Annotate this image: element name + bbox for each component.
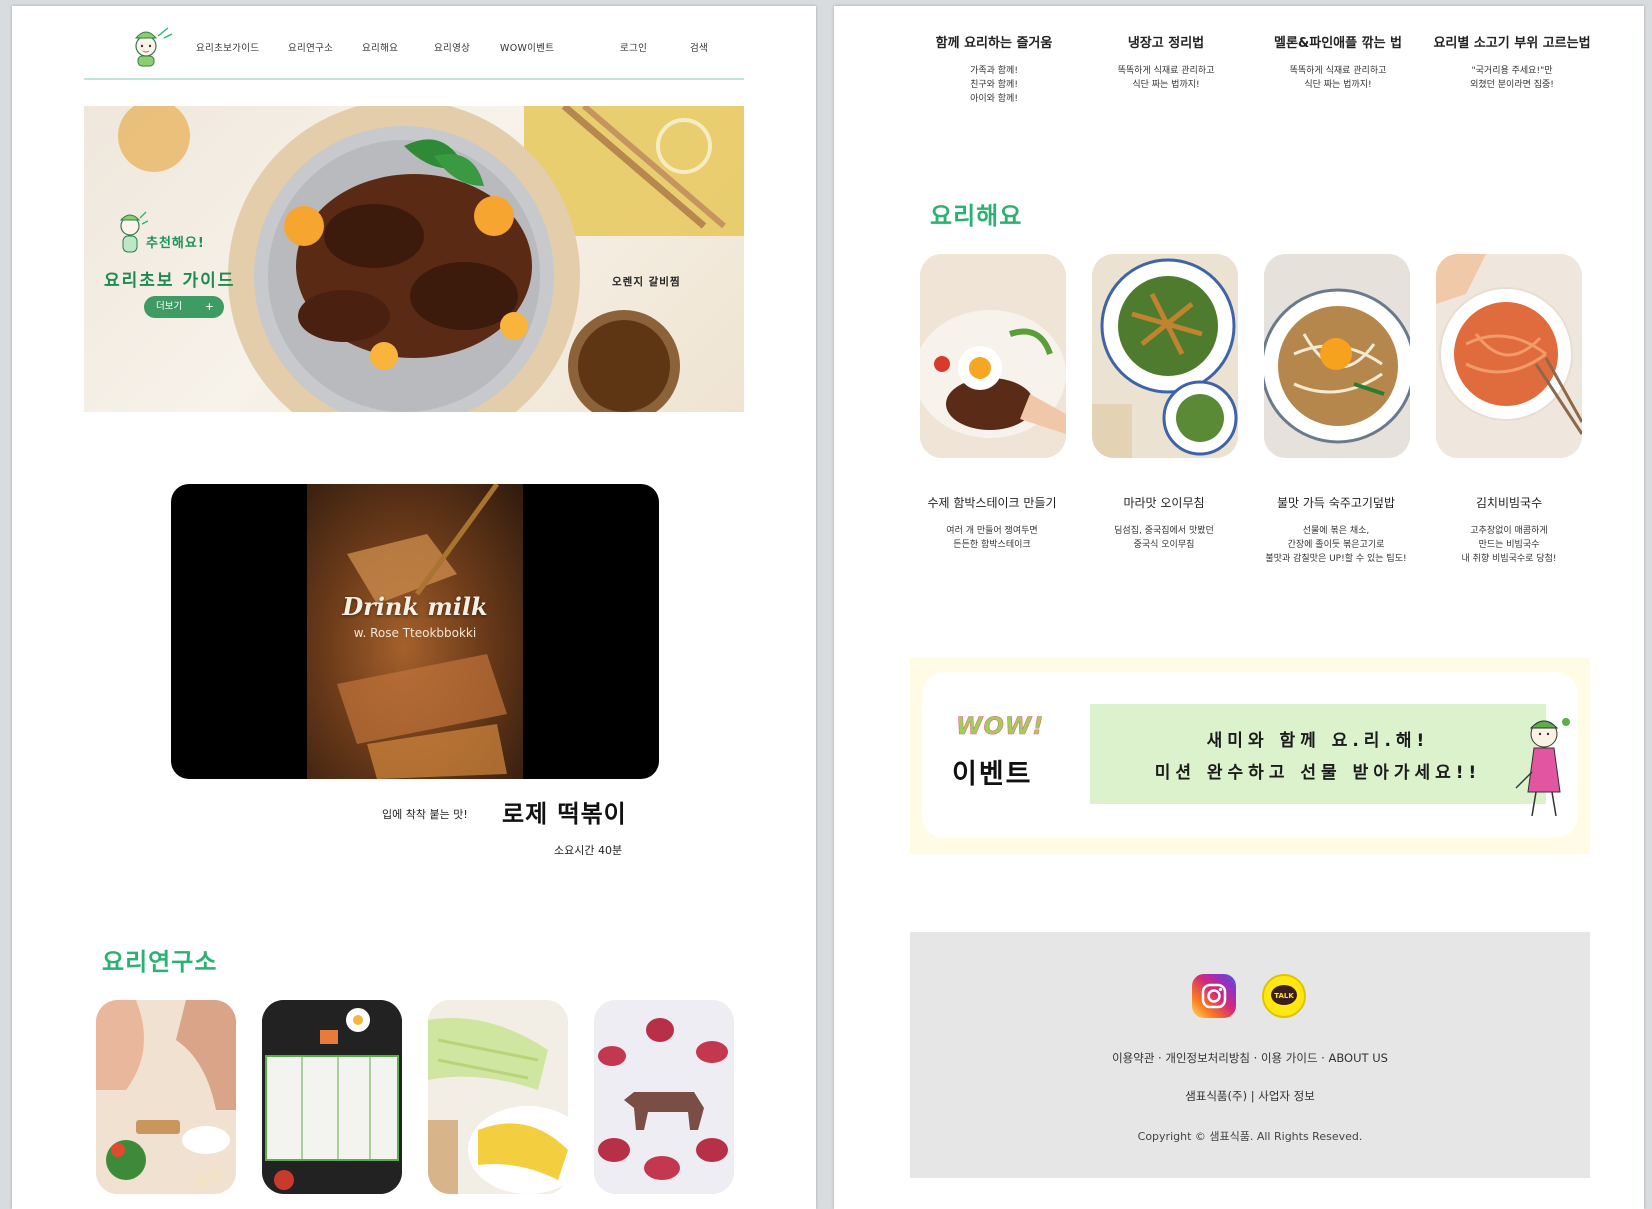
- recipe-card-image: [920, 254, 1066, 458]
- tip-title-fridge[interactable]: 냉장고 정리법: [1078, 32, 1254, 51]
- kakaotalk-glyph: TALK: [1271, 985, 1297, 1005]
- footer-copyright: Copyright © 샘표식품. All Rights Reseved.: [1137, 1130, 1363, 1143]
- recipe-title-mala-cucumber[interactable]: 마라맛 오이무침: [1076, 494, 1252, 511]
- footer-links[interactable]: 이용약관 · 개인정보처리방침 · 이용 가이드 · ABOUT US: [910, 1050, 1590, 1066]
- nav-item-wow-event[interactable]: WOW이벤트: [500, 40, 554, 54]
- lab-card-image: [428, 1000, 568, 1194]
- kakaotalk-label: TALK: [1274, 992, 1294, 1000]
- lab-card-image: [96, 1000, 236, 1194]
- plus-icon: +: [204, 300, 214, 313]
- video-title: Drink milk: [342, 592, 488, 621]
- chef-mascot-logo[interactable]: [128, 24, 174, 68]
- recipe-card-image: [1436, 254, 1582, 458]
- lab-section-title: 요리연구소: [102, 948, 218, 976]
- event-section[interactable]: WOW! 이벤트 새미와 함께 요.리.해! 미션 완수하고 선물 받아가세요!…: [910, 658, 1590, 854]
- recipe-card-bean-sprout-rice[interactable]: [1264, 254, 1410, 458]
- tip-title-cooking-together[interactable]: 함께 요리하는 즐거움: [906, 32, 1082, 51]
- video-frame: Drink milk w. Rose Tteokbbokki: [307, 484, 523, 779]
- footer-corp-info[interactable]: 샘표식품(주) | 사업자 정보: [910, 1088, 1590, 1104]
- video-player[interactable]: Drink milk w. Rose Tteokbbokki: [171, 484, 659, 779]
- recipe-card-image: [1264, 254, 1410, 458]
- more-button-label: 더보기: [156, 301, 183, 312]
- cook-section-title: 요리해요: [930, 202, 1023, 230]
- tip-title-beef[interactable]: 요리별 소고기 부위 고르는법: [1424, 32, 1600, 51]
- hero-food-image: [118, 106, 744, 412]
- event-banner[interactable]: 새미와 함께 요.리.해! 미션 완수하고 선물 받아가세요!!: [1090, 704, 1546, 804]
- tip-desc-fridge: 똑똑하게 식재료 관리하고 식단 짜는 법까지!: [1117, 66, 1215, 90]
- instagram-glyph: [1201, 983, 1227, 1009]
- wow-logo: WOW!: [956, 712, 1045, 741]
- right-page: 함께 요리하는 즐거움 가족과 함께! 친구와 함께! 아이와 함께! 냉장고 …: [834, 6, 1644, 1209]
- lab-card-beef[interactable]: [594, 1000, 734, 1194]
- nav-item-search[interactable]: 검색: [690, 40, 708, 54]
- recipe-card-image: [1092, 254, 1238, 458]
- recipe-desc-mala-cucumber: 딤섬집, 중국집에서 맛봤던 중국식 오이무침: [1114, 526, 1214, 550]
- girl-mascot-illustration: [1515, 718, 1570, 817]
- nav-item-beginner-guide[interactable]: 요리초보가이드: [196, 40, 259, 54]
- tip-title-fruit[interactable]: 멜론&파인애플 깎는 법: [1250, 32, 1426, 51]
- nav-item-cooking-lab[interactable]: 요리연구소: [288, 40, 333, 54]
- feature-time: 소요시간 40분: [554, 844, 623, 857]
- more-button[interactable]: 더보기 +: [144, 296, 224, 318]
- recipe-title-hamburg-steak[interactable]: 수제 함박스테이크 만들기: [904, 494, 1080, 511]
- event-label: 이벤트: [952, 759, 1033, 790]
- lab-card-fruit[interactable]: [428, 1000, 568, 1194]
- left-page: 요리초보가이드 요리연구소 요리해요 요리영상 WOW이벤트 로그인 검색 추천…: [12, 6, 816, 1209]
- recipe-desc-kimchi-noodle: 고추장없이 매콤하게 만드는 비빔국수 내 취향 비빔국수로 당첨!: [1461, 526, 1557, 564]
- hero-subtitle: 추천해요!: [146, 236, 205, 251]
- feature-title[interactable]: 로제 떡볶이: [502, 794, 627, 829]
- tip-desc-fruit: 똑똑하게 식재료 관리하고 식단 짜는 법까지!: [1289, 66, 1387, 90]
- nav-item-login[interactable]: 로그인: [620, 40, 647, 54]
- nav-item-lets-cook[interactable]: 요리해요: [362, 40, 398, 54]
- recipe-desc-bean-sprout-rice: 선물에 볶은 채소, 간장에 졸이듯 볶은고기로 불맛과 감칠맛은 UP!할 수…: [1265, 526, 1407, 564]
- tip-desc-beef: "국거리용 주세요!"만 외쳤던 분이라면 집중!: [1470, 66, 1554, 90]
- recipe-desc-hamburg-steak: 여러 개 만들어 쟁여두면 든든한 함박스테이크: [946, 526, 1038, 550]
- nav-item-cooking-video[interactable]: 요리영상: [434, 40, 470, 54]
- event-line-2: 미션 완수하고 선물 받아가세요!!: [1154, 763, 1482, 783]
- video-subtitle: w. Rose Tteokbbokki: [353, 626, 477, 640]
- mascot-icon: [119, 211, 148, 253]
- top-nav: 요리초보가이드 요리연구소 요리해요 요리영상 WOW이벤트 로그인 검색: [84, 6, 744, 80]
- lab-card-image: [594, 1000, 734, 1194]
- recipe-title-bean-sprout-rice[interactable]: 불맛 가득 숙주고기덮밥: [1248, 494, 1424, 511]
- event-line-1: 새미와 함께 요.리.해!: [1206, 731, 1430, 751]
- kakaotalk-icon[interactable]: TALK: [1262, 974, 1306, 1018]
- tip-desc-cooking-together: 가족과 함께! 친구와 함께! 아이와 함께!: [970, 66, 1018, 104]
- hero-banner[interactable]: 추천해요! 요리초보 가이드 더보기 + 오렌지 갈비찜: [84, 106, 744, 412]
- event-card: WOW! 이벤트 새미와 함께 요.리.해! 미션 완수하고 선물 받아가세요!…: [922, 672, 1578, 838]
- hero-title: 요리초보 가이드: [104, 271, 236, 291]
- instagram-icon[interactable]: [1192, 974, 1236, 1018]
- footer: TALK 이용약관 · 개인정보처리방침 · 이용 가이드 · ABOUT US…: [910, 932, 1590, 1178]
- lab-card-fridge[interactable]: [262, 1000, 402, 1194]
- hero-dish-name: 오렌지 갈비찜: [612, 276, 681, 288]
- recipe-card-mala-cucumber[interactable]: [1092, 254, 1238, 458]
- recipe-card-kimchi-noodle[interactable]: [1436, 254, 1582, 458]
- recipe-card-hamburg-steak[interactable]: [920, 254, 1066, 458]
- lab-card-cooking-together[interactable]: [96, 1000, 236, 1194]
- recipe-title-kimchi-noodle[interactable]: 김치비빔국수: [1421, 494, 1597, 511]
- feature-tagline: 입에 착착 붙는 맛!: [382, 808, 468, 821]
- lab-card-image: [262, 1000, 402, 1194]
